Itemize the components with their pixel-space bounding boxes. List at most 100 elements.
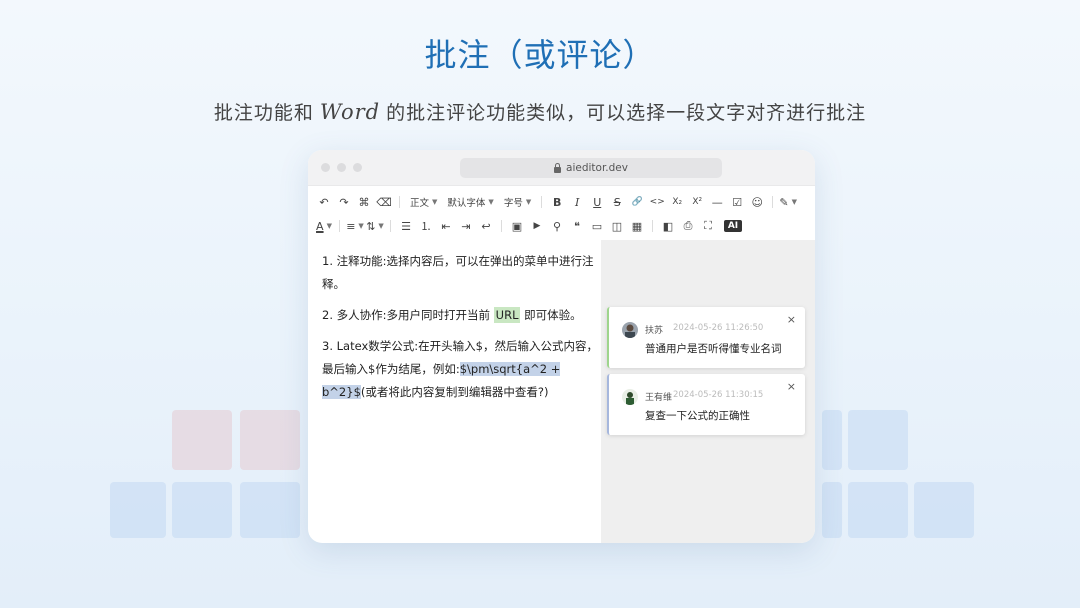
chevron-down-icon: ▼ xyxy=(378,222,384,230)
paragraph-2: 2. 多人协作:多用户同时打开当前 URL 即可体验。 xyxy=(322,304,601,327)
font-size-label: 字号 xyxy=(503,198,523,209)
background-tile xyxy=(822,410,842,470)
todo-icon[interactable]: ☑ xyxy=(727,192,747,212)
background-tile xyxy=(172,410,232,470)
subtitle-text-before: 批注功能和 xyxy=(213,102,314,124)
slide-title: 批注（或评论） xyxy=(424,36,656,74)
chevron-down-icon: ▼ xyxy=(488,198,494,206)
underline-icon[interactable]: U xyxy=(587,192,607,212)
image-icon[interactable]: ▣ xyxy=(507,216,527,236)
toolbar-divider xyxy=(652,220,653,232)
paragraph-2-after: 即可体验。 xyxy=(520,308,582,322)
ai-menu-button[interactable]: AI xyxy=(718,216,743,236)
background-tile xyxy=(172,482,232,538)
font-color-dropdown[interactable]: A ▼ xyxy=(314,216,334,236)
emoji-icon[interactable]: ☺ xyxy=(747,192,767,212)
highlight-painter-dropdown[interactable]: ✎ ▼ xyxy=(778,192,798,212)
comment-pane: 扶苏 2024-05-26 11:26:50 普通用户是否听得懂专业名词 × 王… xyxy=(601,240,815,543)
comment-card[interactable]: 王有维 2024-05-26 11:30:15 复查一下公式的正确性 × xyxy=(607,374,805,435)
italic-icon[interactable]: I xyxy=(567,192,587,212)
comment-time: 2024-05-26 11:26:50 xyxy=(673,323,764,333)
link-icon[interactable]: 🔗 xyxy=(627,192,647,212)
clear-format-icon[interactable]: ⌫ xyxy=(374,192,394,212)
background-tile xyxy=(822,482,842,538)
editor-toolbar: ↶ ↷ ⌘ ⌫ 正文 ▼ 默认字体 ▼ 字号 ▼ B I U S 🔗 <> X₂ X²… xyxy=(308,186,815,240)
comment-text: 普通用户是否听得懂专业名词 xyxy=(645,343,782,355)
comment-author: 王有维 xyxy=(645,393,673,403)
format-painter-icon[interactable]: ⌘ xyxy=(354,192,374,212)
superscript-icon[interactable]: X² xyxy=(687,192,707,212)
container-icon[interactable]: ◫ xyxy=(607,216,627,236)
highlighter-icon: ✎ xyxy=(779,195,789,209)
toolbar-divider xyxy=(390,220,391,232)
video-icon[interactable]: ▶ xyxy=(527,216,547,236)
slide-subtitle: 批注功能和 Word 的批注评论功能类似，可以选择一段文字对齐进行批注 xyxy=(0,98,1080,125)
browser-titlebar: aieditor.dev xyxy=(308,150,815,186)
toolbar-row-2: A ▼ ≡ ▼ ⇅ ▼ ☰ ⒈ ⇤ ⇥ ↩ ▣ ▶ ⚲ ❝ ▭ ◫ ▦ ◧ ⎙ ⛶ A… xyxy=(314,214,809,238)
attachment-icon[interactable]: ⚲ xyxy=(547,216,567,236)
background-tile xyxy=(110,482,166,538)
close-icon[interactable]: × xyxy=(787,313,796,326)
undo-icon[interactable]: ↶ xyxy=(314,192,334,212)
comment-author: 扶苏 xyxy=(645,326,664,336)
paragraph-3-after: (或者将此内容复制到编辑器中查看?) xyxy=(360,385,549,399)
editor-area: 1. 注释功能:选择内容后，可以在弹出的菜单中进行注释。 2. 多人协作:多用户… xyxy=(308,240,815,543)
font-family-label: 默认字体 xyxy=(447,198,486,209)
fullscreen-icon[interactable]: ⛶ xyxy=(698,216,718,236)
code-icon[interactable]: <> xyxy=(647,192,667,212)
heading-label: 正文 xyxy=(410,198,430,209)
toolbar-divider xyxy=(501,220,502,232)
chevron-down-icon: ▼ xyxy=(432,198,438,206)
address-bar[interactable]: aieditor.dev xyxy=(460,158,722,178)
indent-increase-icon[interactable]: ⇥ xyxy=(456,216,476,236)
line-height-dropdown[interactable]: ⇅ ▼ xyxy=(365,216,385,236)
close-icon[interactable]: × xyxy=(787,380,796,393)
background-tile xyxy=(848,410,908,470)
toolbar-divider xyxy=(541,196,543,208)
redo-icon[interactable]: ↷ xyxy=(334,192,354,212)
background-tile xyxy=(240,410,300,470)
window-dot-maximize[interactable] xyxy=(353,163,362,172)
background-tile xyxy=(914,482,974,538)
paragraph-3: 3. Latex数学公式:在开头输入$，然后输入公式内容，最后输入$作为结尾，例… xyxy=(322,335,601,404)
comment-text: 复查一下公式的正确性 xyxy=(645,410,750,422)
font-family-dropdown[interactable]: 默认字体 ▼ xyxy=(442,192,498,212)
window-dot-close[interactable] xyxy=(321,163,330,172)
indent-decrease-icon[interactable]: ⇤ xyxy=(436,216,456,236)
code-block-icon[interactable]: ▭ xyxy=(587,216,607,236)
line-height-icon: ⇅ xyxy=(366,219,376,233)
horizontal-rule-icon[interactable]: — xyxy=(707,192,727,212)
align-dropdown[interactable]: ≡ ▼ xyxy=(345,216,365,236)
commented-text-url[interactable]: URL xyxy=(493,307,521,323)
align-icon: ≡ xyxy=(346,219,356,233)
toolbar-divider xyxy=(339,220,340,232)
background-tile xyxy=(848,482,908,538)
comment-card[interactable]: 扶苏 2024-05-26 11:26:50 普通用户是否听得懂专业名词 × xyxy=(607,307,805,368)
quote-icon[interactable]: ❝ xyxy=(567,216,587,236)
window-dot-minimize[interactable] xyxy=(337,163,346,172)
table-icon[interactable]: ▦ xyxy=(627,216,647,236)
bold-icon[interactable]: B xyxy=(547,192,567,212)
chevron-down-icon: ▼ xyxy=(791,198,798,206)
lock-icon xyxy=(554,162,562,173)
print-icon[interactable]: ⎙ xyxy=(678,216,698,236)
avatar xyxy=(622,322,638,338)
heading-dropdown[interactable]: 正文 ▼ xyxy=(405,192,442,212)
line-break-icon[interactable]: ↩ xyxy=(476,216,496,236)
toolbar-divider xyxy=(399,196,400,208)
bullet-list-icon[interactable]: ☰ xyxy=(396,216,416,236)
paragraph-1: 1. 注释功能:选择内容后，可以在弹出的菜单中进行注释。 xyxy=(322,254,594,291)
editor-content[interactable]: 1. 注释功能:选择内容后，可以在弹出的菜单中进行注释。 2. 多人协作:多用户… xyxy=(308,240,601,543)
font-size-dropdown[interactable]: 字号 ▼ xyxy=(499,192,536,212)
chevron-down-icon: ▼ xyxy=(358,222,364,230)
ordered-list-icon[interactable]: ⒈ xyxy=(416,216,436,236)
background-tile xyxy=(240,482,300,538)
subscript-icon[interactable]: X₂ xyxy=(667,192,687,212)
chevron-down-icon: ▼ xyxy=(326,222,332,230)
source-code-icon[interactable]: ◧ xyxy=(658,216,678,236)
avatar xyxy=(622,389,638,405)
chevron-down-icon: ▼ xyxy=(525,198,532,206)
comment-time: 2024-05-26 11:30:15 xyxy=(673,390,764,400)
font-color-icon: A xyxy=(316,219,324,233)
strikethrough-icon[interactable]: S xyxy=(607,192,627,212)
